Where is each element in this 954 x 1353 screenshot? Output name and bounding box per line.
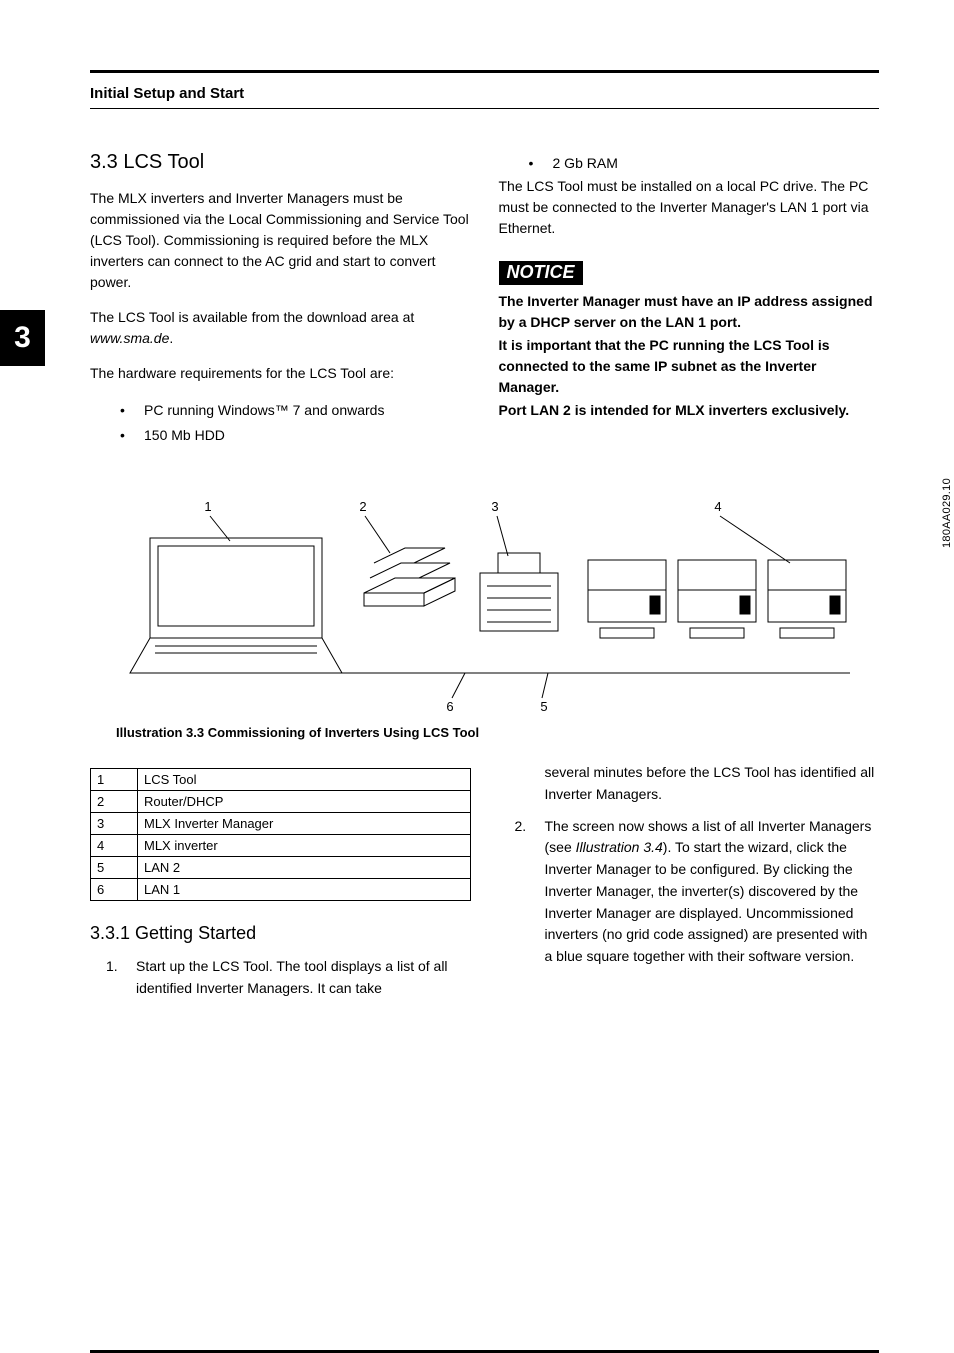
table-row: 6LAN 1 (91, 879, 471, 901)
list-item: PC running Windows™ 7 and onwards (120, 398, 471, 423)
steps-list-left: 1. Start up the LCS Tool. The tool displ… (90, 956, 471, 999)
callout-6: 6 (446, 699, 453, 713)
illustration-caption: Illustration 3.3 Commissioning of Invert… (116, 725, 879, 740)
list-item: 150 Mb HDD (120, 423, 471, 448)
footer-rule (90, 1350, 879, 1353)
para-install: The LCS Tool must be installed on a loca… (499, 176, 880, 239)
para-intro: The MLX inverters and Inverter Managers … (90, 188, 471, 293)
hw-req-list: PC running Windows™ 7 and onwards 150 Mb… (120, 398, 471, 448)
para-hwreq: The hardware requirements for the LCS To… (90, 363, 471, 384)
callout-2: 2 (359, 499, 366, 514)
header-rule-bottom (90, 108, 879, 109)
callout-4: 4 (714, 499, 721, 514)
table-row: 5LAN 2 (91, 857, 471, 879)
table-row: 2Router/DHCP (91, 791, 471, 813)
para-download: The LCS Tool is available from the downl… (90, 307, 471, 349)
legend-table: 1LCS Tool 2Router/DHCP 3MLX Inverter Man… (90, 768, 471, 901)
step1-continuation: several minutes before the LCS Tool has … (545, 762, 880, 805)
list-item: 2 Gb RAM (529, 151, 880, 176)
heading-getting-started: 3.3.1 Getting Started (90, 923, 471, 944)
hw-req-list-cont: 2 Gb RAM (529, 151, 880, 176)
steps-list-right: 2. The screen now shows a list of all In… (499, 816, 880, 968)
link-sma: www.sma.de (90, 330, 169, 346)
diagram-svg: 1 2 3 4 5 6 (90, 478, 870, 713)
section-label: Initial Setup and Start (90, 81, 879, 108)
notice-text-2: It is important that the PC running the … (499, 335, 880, 398)
table-row: 1LCS Tool (91, 769, 471, 791)
notice-badge: NOTICE (499, 261, 583, 285)
list-item: 2. The screen now shows a list of all In… (499, 816, 880, 968)
ref-illustration-3-4: Illustration 3.4 (576, 839, 663, 855)
left-column: 3.3 LCS Tool The MLX inverters and Inver… (90, 151, 471, 448)
heading-lcs-tool: 3.3 LCS Tool (90, 151, 471, 174)
lower-left-column: 1LCS Tool 2Router/DHCP 3MLX Inverter Man… (90, 762, 471, 1009)
illustration-commissioning: 180AA029.10 (90, 478, 879, 713)
chapter-tab: 3 (0, 310, 45, 366)
callout-1: 1 (204, 499, 211, 514)
notice-text-1: The Inverter Manager must have an IP add… (499, 291, 880, 333)
table-row: 3MLX Inverter Manager (91, 813, 471, 835)
header-rule-top (90, 70, 879, 73)
callout-3: 3 (491, 499, 498, 514)
callout-5: 5 (540, 699, 547, 713)
list-item: 1. Start up the LCS Tool. The tool displ… (90, 956, 471, 999)
lower-right-column: several minutes before the LCS Tool has … (499, 762, 880, 1009)
table-row: 4MLX inverter (91, 835, 471, 857)
notice-text-3: Port LAN 2 is intended for MLX inverters… (499, 400, 880, 421)
right-column: 2 Gb RAM The LCS Tool must be installed … (499, 151, 880, 448)
illustration-code: 180AA029.10 (941, 478, 953, 548)
